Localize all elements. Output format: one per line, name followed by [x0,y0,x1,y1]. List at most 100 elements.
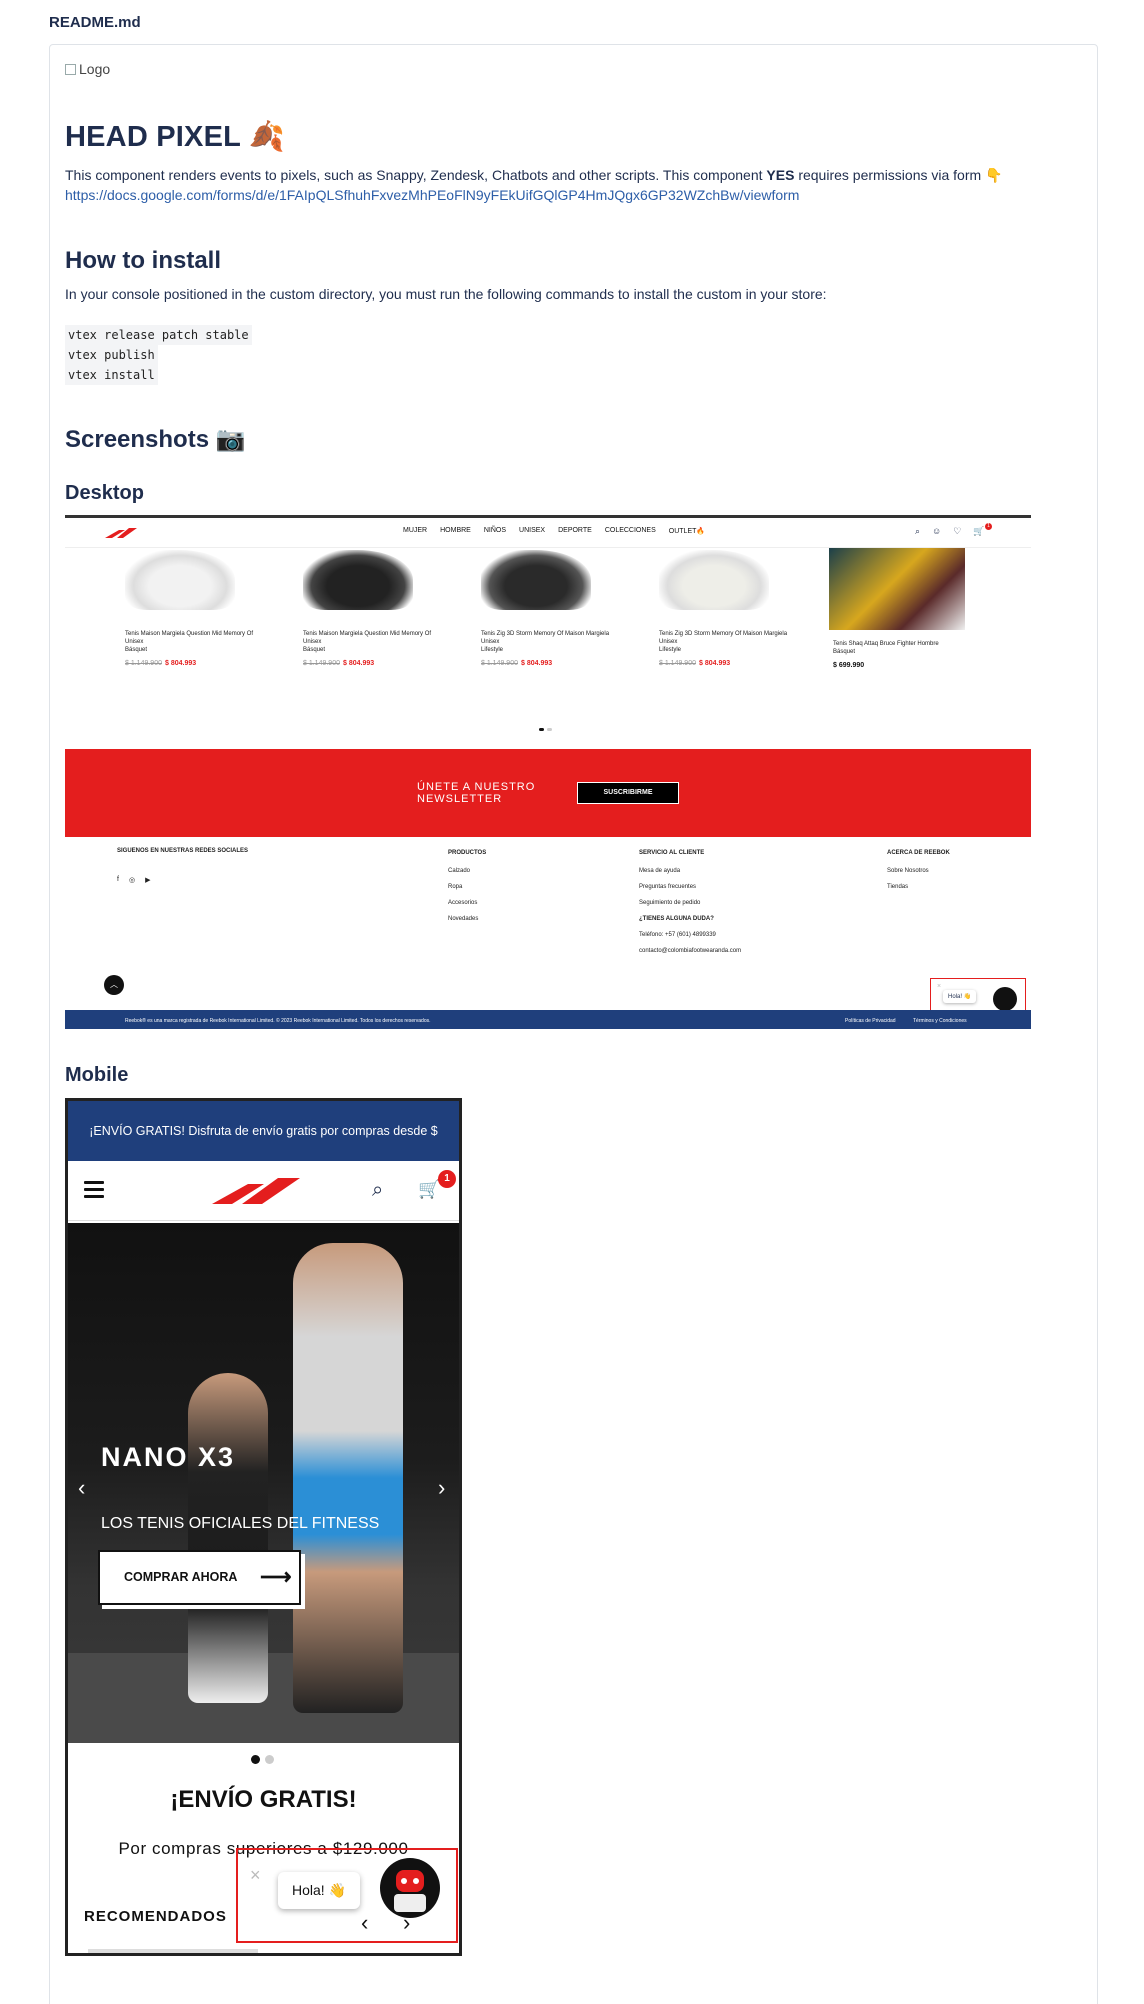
terms-link[interactable]: Términos y Condiciones [913,1018,967,1024]
chevron-right-icon[interactable]: › [403,1910,410,1936]
nav-ninos[interactable]: NIÑOS [484,527,506,535]
reebok-logo [105,528,137,538]
sale-price: $ 804.993 [698,660,731,667]
facebook-icon[interactable]: f [117,876,119,884]
productos-heading: PRODUCTOS [448,850,487,856]
acerca-heading: ACERCA DE REEBOK [887,850,950,856]
old-price: $ 1.149.900 [303,660,340,667]
old-price: $ 1.149.900 [659,660,696,667]
youtube-icon[interactable]: ▶ [145,876,150,884]
mobile-header: ⌕ 🛒 1 [68,1161,459,1221]
close-icon[interactable]: × [250,1865,261,1886]
email-link[interactable]: contacto@colombiafootwearanda.com [639,948,741,954]
scrollbar[interactable] [88,1949,258,1953]
carousel-dot[interactable] [251,1755,260,1764]
search-icon[interactable]: ⌕ [372,1179,383,1202]
close-icon[interactable]: × [937,983,941,990]
product-card[interactable]: Tenis Shaq Attaq Bruce Fighter Hombre Bá… [829,548,979,669]
product-tag: Básquet [303,647,326,653]
mobile-heading: Mobile [65,1064,129,1086]
chevron-right-icon[interactable]: › [438,1475,445,1501]
footer-link[interactable]: Seguimiento de pedido [639,900,741,906]
product-image [125,550,235,610]
footer-link[interactable]: Sobre Nosotros [887,868,950,874]
command-2: vtex publish [65,345,158,365]
product-price: $ 1.149.900 $ 804.993 [481,660,621,667]
subscribe-button[interactable]: SUSCRIBIRME [577,782,679,804]
sale-price: $ 804.993 [342,660,375,667]
footer-link[interactable]: Ropa [448,884,486,890]
footer-link[interactable]: Tiendas [887,884,950,890]
chat-greeting[interactable]: Hola! 👋 [943,990,977,1003]
file-title[interactable]: README.md [49,14,141,31]
servicio-heading: SERVICIO AL CLIENTE [639,850,705,856]
readme-title: HEAD PIXEL 🍂 [65,121,286,153]
product-card[interactable]: Tenis Zig 3D Storm Memory Of Maison Marg… [649,548,799,667]
heart-icon[interactable]: ♡ [953,526,961,537]
code-block: vtex release patch stable vtex publish v… [65,325,252,385]
nav-unisex[interactable]: UNISEX [519,527,545,535]
nav-hombre[interactable]: HOMBRE [440,527,471,535]
product-card[interactable]: Tenis Maison Margiela Question Mid Memor… [293,548,443,667]
desktop-screenshot: MUJER HOMBRE NIÑOS UNISEX DEPORTE COLECC… [65,515,1031,1029]
product-name: Tenis Zig 3D Storm Memory Of Maison Marg… [481,631,610,645]
hamburger-menu-icon[interactable] [84,1181,104,1199]
duda-heading: ¿TIENES ALGUNA DUDA? [639,916,714,922]
chat-greeting[interactable]: Hola! 👋 [278,1872,361,1909]
footer-link[interactable]: Preguntas frecuentes [639,884,741,890]
intro-after: requires permissions via form 👇 [794,167,1003,183]
old-price: $ 1.149.900 [125,660,162,667]
nav-deporte[interactable]: DEPORTE [558,527,592,535]
bot-eye [413,1878,419,1884]
productos-column: PRODUCTOS Calzado Ropa Accesorios Noveda… [448,850,486,932]
nav-mujer[interactable]: MUJER [403,527,427,535]
hero-dots [251,1755,274,1764]
form-link[interactable]: https://docs.google.com/forms/d/e/1FAIpQ… [65,187,799,203]
carousel-dot[interactable] [539,728,544,731]
free-shipping-title: ¡ENVÍO GRATIS! [170,1786,357,1813]
chevron-left-icon[interactable]: ‹ [361,1910,368,1936]
chatbot-avatar-icon[interactable] [993,987,1017,1011]
sale-price: $ 699.990 [833,662,865,669]
sale-price: $ 804.993 [164,660,197,667]
instagram-icon[interactable]: ◎ [129,876,135,884]
carousel-dot[interactable] [265,1755,274,1764]
user-icon[interactable]: ☺ [932,526,941,537]
mobile-chat-widget[interactable]: × Hola! 👋 ‹ › [236,1848,458,1943]
product-card[interactable]: Tenis Zig 3D Storm Memory Of Maison Marg… [471,548,621,667]
mobile-screenshot: ¡ENVÍO GRATIS! Disfruta de envío gratis … [65,1098,462,1956]
chevron-left-icon[interactable]: ‹ [78,1475,85,1501]
nav-colecciones[interactable]: COLECCIONES [605,527,656,535]
product-price: $ 699.990 [833,662,979,669]
buy-now-button[interactable]: COMPRAR AHORA ⟶ [98,1550,301,1605]
newsletter-banner: ÚNETE A NUESTRO NEWSLETTER SUSCRIBIRME [65,749,1031,837]
footer-link[interactable]: Calzado [448,868,486,874]
footer-link[interactable]: Accesorios [448,900,486,906]
product-tag: Básquet [833,649,856,655]
product-price: $ 1.149.900 $ 804.993 [125,660,265,667]
footer-link[interactable]: Novedades [448,916,486,922]
scroll-top-button[interactable]: ︿ [104,975,124,995]
search-icon[interactable]: ⌕ [915,526,920,537]
footer-link[interactable]: Mesa de ayuda [639,868,741,874]
product-card[interactable]: Tenis Maison Margiela Question Mid Memor… [115,548,265,667]
hero-woman-image [188,1373,268,1703]
reebok-logo[interactable] [208,1176,304,1206]
cart-icon[interactable]: 🛒 [418,1179,440,1200]
product-image [829,548,965,630]
carousel-dot[interactable] [547,728,552,731]
cart-badge: 1 [438,1170,456,1188]
nav-outlet[interactable]: OUTLET🔥 [669,527,705,535]
install-heading: How to install [65,247,221,274]
intro-text: This component renders events to pixels,… [65,167,767,183]
desktop-navbar: MUJER HOMBRE NIÑOS UNISEX DEPORTE COLECC… [65,518,1031,548]
logo-image: Logo [65,61,110,77]
product-image [303,550,413,610]
cart-icon[interactable]: 🛒 [973,526,984,537]
chatbot-avatar-icon[interactable] [380,1858,440,1918]
phone-text: Teléfono: +57 (601) 4899339 [639,932,716,938]
hero-banner: NANO X3 LOS TENIS OFICIALES DEL FITNESS … [68,1223,459,1743]
arrow-right-icon: ⟶ [260,1564,292,1589]
broken-image-icon [65,63,76,75]
privacy-link[interactable]: Políticas de Privacidad [845,1018,896,1024]
